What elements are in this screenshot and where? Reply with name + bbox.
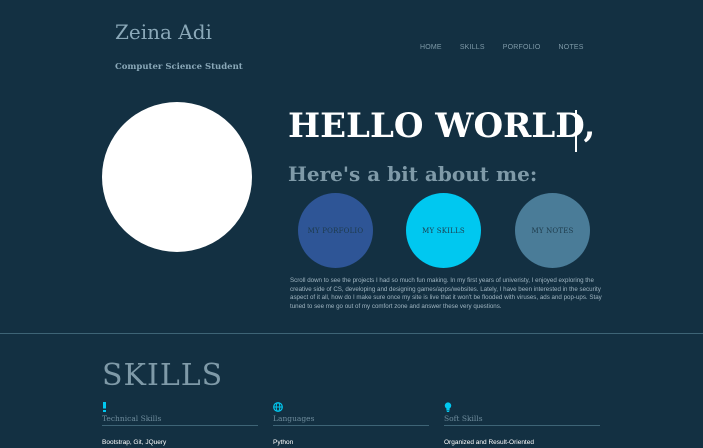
languages-heading: Languages bbox=[273, 414, 429, 426]
skills-section-title: SKILLS bbox=[102, 358, 224, 393]
languages-item: Python bbox=[273, 439, 294, 446]
nav-home-link[interactable]: HOME bbox=[420, 44, 442, 51]
my-notes-button-label: MY NOTES bbox=[531, 226, 574, 235]
typing-caret bbox=[575, 110, 577, 152]
nav-skills-link[interactable]: SKILLS bbox=[460, 44, 485, 51]
section-divider bbox=[0, 333, 703, 334]
nav-portfolio-link[interactable]: PORFOLIO bbox=[503, 44, 541, 51]
top-nav: HOME SKILLS PORFOLIO NOTES bbox=[420, 44, 602, 51]
globe-icon bbox=[273, 402, 429, 414]
languages-column: Languages Python bbox=[273, 402, 429, 446]
my-skills-button-label: MY SKILLS bbox=[422, 226, 465, 235]
lightbulb-icon bbox=[444, 402, 600, 414]
site-subtitle: Computer Science Student bbox=[115, 62, 243, 72]
hero-subheadline: Here's a bit about me: bbox=[288, 162, 538, 186]
nav-notes-link[interactable]: NOTES bbox=[559, 44, 584, 51]
hero-headline: HELLO WORLD, bbox=[288, 106, 596, 146]
technical-skills-heading: Technical Skills bbox=[102, 414, 258, 426]
soft-skills-item: Organized and Result-Oriented bbox=[444, 439, 534, 446]
soft-skills-heading: Soft Skills bbox=[444, 414, 600, 426]
my-notes-button[interactable]: MY NOTES bbox=[515, 193, 590, 268]
soft-skills-column: Soft Skills Organized and Result-Oriente… bbox=[444, 402, 600, 446]
exclamation-icon bbox=[102, 402, 258, 414]
technical-skills-column: Technical Skills Bootstrap, Git, JQuery bbox=[102, 402, 258, 446]
bio-paragraph: Scroll down to see the projects I had so… bbox=[290, 277, 602, 310]
my-portfolio-button-label: MY PORFOLIO bbox=[307, 226, 364, 235]
my-skills-button[interactable]: MY SKILLS bbox=[406, 193, 481, 268]
my-portfolio-button[interactable]: MY PORFOLIO bbox=[298, 193, 373, 268]
technical-skills-item: Bootstrap, Git, JQuery bbox=[102, 439, 167, 446]
site-name: Zeina Adi bbox=[115, 20, 212, 44]
profile-avatar bbox=[102, 102, 252, 252]
